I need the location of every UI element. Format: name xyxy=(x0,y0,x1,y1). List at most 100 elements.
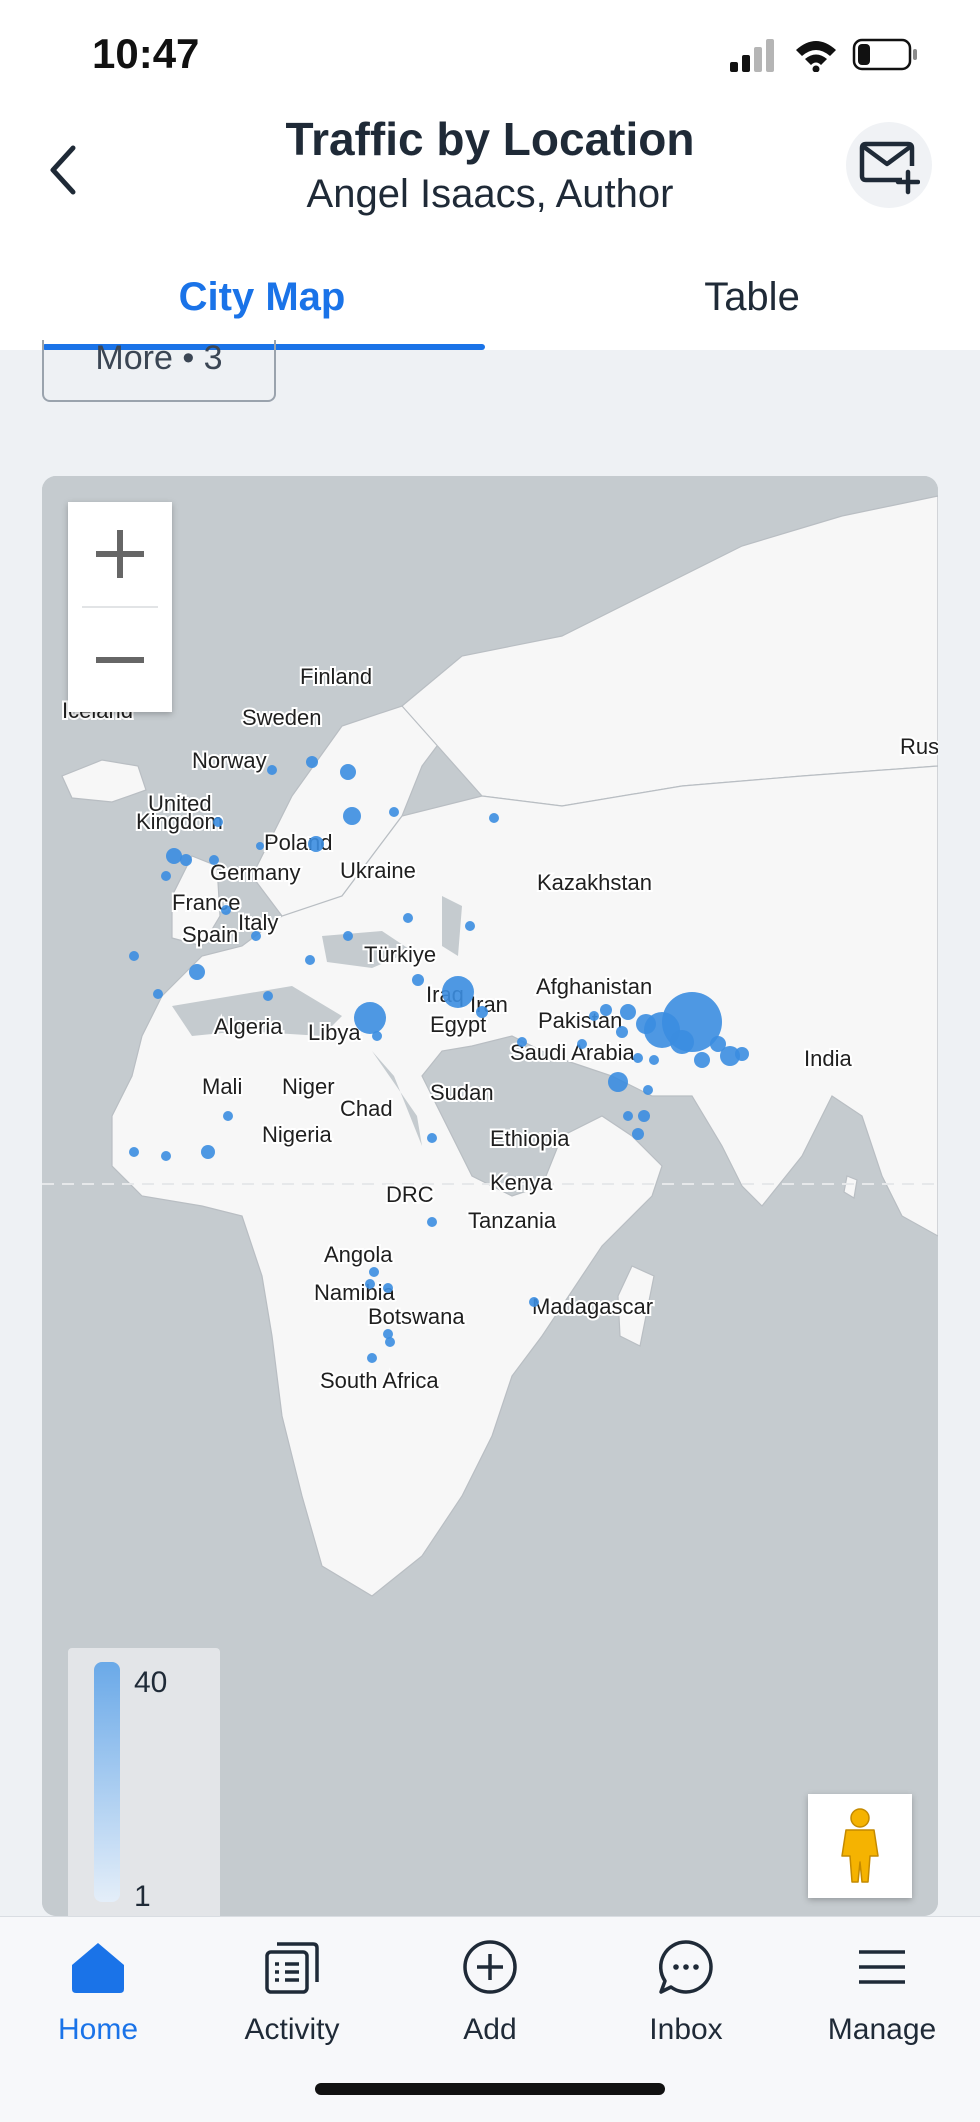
traffic-marker[interactable] xyxy=(161,871,171,881)
map-label-uk-line2: Kingdom xyxy=(136,809,223,834)
legend-max-value: 40 xyxy=(134,1666,168,1699)
traffic-marker[interactable] xyxy=(403,913,413,923)
traffic-marker[interactable] xyxy=(632,1128,644,1140)
traffic-marker[interactable] xyxy=(383,1283,393,1293)
traffic-marker[interactable] xyxy=(529,1297,539,1307)
traffic-marker[interactable] xyxy=(221,905,231,915)
map-label-ethiopia: Ethiopia xyxy=(490,1126,570,1151)
traffic-marker[interactable] xyxy=(189,964,205,980)
traffic-marker[interactable] xyxy=(623,1111,633,1121)
map-label-turkiye: Türkiye xyxy=(364,942,436,967)
traffic-marker[interactable] xyxy=(343,807,361,825)
traffic-marker[interactable] xyxy=(308,836,324,852)
traffic-marker[interactable] xyxy=(354,1002,386,1034)
traffic-marker[interactable] xyxy=(209,855,219,865)
traffic-marker[interactable] xyxy=(643,1085,653,1095)
traffic-marker[interactable] xyxy=(369,1267,379,1277)
traffic-marker[interactable] xyxy=(267,765,277,775)
share-email-button[interactable] xyxy=(846,122,932,208)
map-label-sweden: Sweden xyxy=(242,705,322,730)
cellular-signal-icon xyxy=(730,39,774,72)
map-label-saudi-arabia: Saudi Arabia xyxy=(510,1040,636,1065)
nav-add[interactable]: Add xyxy=(400,1935,580,2055)
nav-manage-label: Manage xyxy=(827,2013,937,2046)
traffic-marker[interactable] xyxy=(589,1011,599,1021)
traffic-marker[interactable] xyxy=(476,1006,488,1018)
nav-activity[interactable]: Activity xyxy=(202,1935,382,2055)
wifi-icon xyxy=(796,41,836,72)
nav-inbox-label: Inbox xyxy=(649,2013,723,2046)
traffic-marker[interactable] xyxy=(620,1004,636,1020)
traffic-marker[interactable] xyxy=(489,813,499,823)
traffic-marker[interactable] xyxy=(161,1151,171,1161)
traffic-marker[interactable] xyxy=(263,991,273,1001)
map-label-tanzania: Tanzania xyxy=(468,1208,557,1233)
street-view-button[interactable] xyxy=(808,1794,912,1898)
legend-min-value: 1 xyxy=(134,1880,151,1913)
traffic-marker[interactable] xyxy=(129,951,139,961)
traffic-marker[interactable] xyxy=(670,1030,694,1054)
map-label-kenya: Kenya xyxy=(490,1170,553,1195)
battery-icon xyxy=(852,38,917,71)
map-label-spain: Spain xyxy=(182,922,238,947)
nav-home[interactable]: Home xyxy=(8,1935,188,2055)
traffic-marker[interactable] xyxy=(694,1052,710,1068)
nav-manage[interactable]: Manage xyxy=(792,1935,972,2055)
tab-table[interactable]: Table xyxy=(532,250,972,350)
traffic-marker[interactable] xyxy=(305,955,315,965)
page-subtitle: Angel Isaacs, Author xyxy=(306,172,674,216)
nav-inbox[interactable]: Inbox xyxy=(596,1935,776,2055)
traffic-marker[interactable] xyxy=(649,1055,659,1065)
back-button[interactable] xyxy=(28,130,98,210)
traffic-marker[interactable] xyxy=(153,989,163,999)
map-label-libya: Libya xyxy=(308,1020,361,1045)
pegman-icon xyxy=(841,1808,879,1883)
traffic-marker[interactable] xyxy=(616,1026,628,1038)
traffic-marker[interactable] xyxy=(577,1039,587,1049)
traffic-marker[interactable] xyxy=(465,921,475,931)
traffic-marker[interactable] xyxy=(166,848,182,864)
map-label-madagascar: Madagascar xyxy=(532,1294,653,1319)
tab-bar: City Map Table xyxy=(0,250,980,350)
traffic-marker[interactable] xyxy=(442,976,474,1008)
traffic-marker[interactable] xyxy=(340,764,356,780)
traffic-marker[interactable] xyxy=(213,817,223,827)
traffic-marker[interactable] xyxy=(365,1279,375,1289)
map-label-ukraine: Ukraine xyxy=(340,858,416,883)
city-map[interactable]: Iceland Finland Sweden Norway Rus United… xyxy=(42,476,938,1916)
menu-icon xyxy=(859,1950,905,1984)
traffic-marker[interactable] xyxy=(251,931,261,941)
traffic-marker[interactable] xyxy=(389,807,399,817)
traffic-marker[interactable] xyxy=(600,1004,612,1016)
traffic-marker[interactable] xyxy=(412,974,424,986)
traffic-marker[interactable] xyxy=(427,1217,437,1227)
traffic-marker[interactable] xyxy=(306,756,318,768)
zoom-out-button[interactable] xyxy=(68,608,172,712)
traffic-marker[interactable] xyxy=(517,1037,527,1047)
traffic-marker[interactable] xyxy=(633,1053,643,1063)
traffic-marker[interactable] xyxy=(367,1353,377,1363)
tab-city-map[interactable]: City Map xyxy=(42,250,482,350)
traffic-marker[interactable] xyxy=(223,1111,233,1121)
traffic-marker[interactable] xyxy=(201,1145,215,1159)
traffic-marker[interactable] xyxy=(385,1337,395,1347)
nav-add-label: Add xyxy=(463,2013,517,2046)
traffic-marker[interactable] xyxy=(638,1110,650,1122)
traffic-marker[interactable] xyxy=(608,1072,628,1092)
traffic-marker[interactable] xyxy=(343,931,353,941)
traffic-marker[interactable] xyxy=(129,1147,139,1157)
traffic-legend: 40 1 xyxy=(68,1648,220,1916)
traffic-marker[interactable] xyxy=(427,1133,437,1143)
traffic-marker[interactable] xyxy=(372,1031,382,1041)
nav-activity-label: Activity xyxy=(244,2013,340,2046)
more-filters-chip[interactable]: More • 3 xyxy=(42,340,276,402)
zoom-in-button[interactable] xyxy=(68,502,172,606)
legend-gradient xyxy=(94,1662,120,1902)
zoom-controls xyxy=(68,502,172,712)
traffic-marker[interactable] xyxy=(256,842,264,850)
nav-home-label: Home xyxy=(57,2013,139,2046)
traffic-marker[interactable] xyxy=(180,854,192,866)
status-icons xyxy=(730,38,917,72)
map-label-mali: Mali xyxy=(202,1074,242,1099)
traffic-marker[interactable] xyxy=(735,1047,749,1061)
